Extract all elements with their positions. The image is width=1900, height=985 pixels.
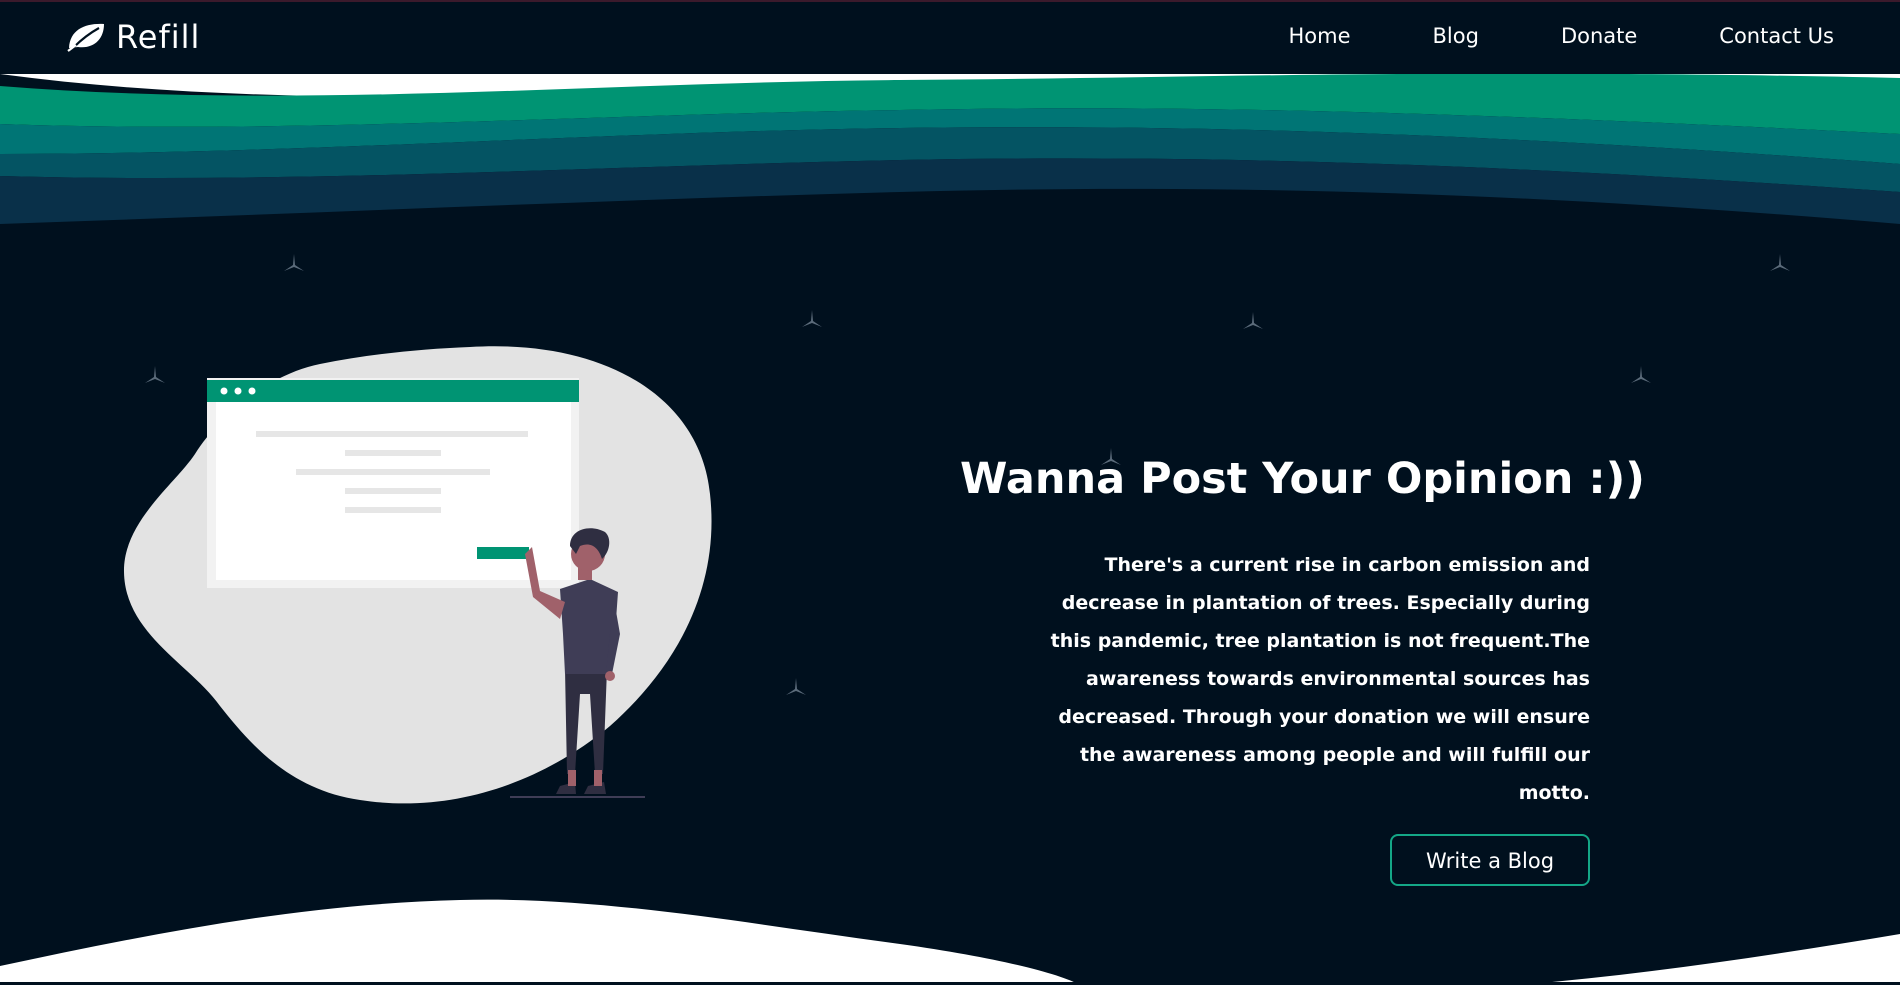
star-sparkle-icon	[1770, 254, 1790, 271]
blog-illustration	[123, 346, 712, 804]
leaf-icon	[67, 23, 104, 52]
browser-titlebar	[207, 380, 579, 402]
nav-link-donate[interactable]: Donate	[1561, 24, 1637, 48]
nav-links: Home Blog Donate Contact Us	[1207, 24, 1835, 48]
hero-content: Wanna Post Your Opinion :)) There's a cu…	[960, 444, 1645, 886]
star-sparkle-icon	[1631, 366, 1651, 383]
brand-logo[interactable]: Refill	[66, 18, 200, 56]
green-card	[477, 547, 529, 559]
nav-link-blog[interactable]: Blog	[1433, 24, 1479, 48]
star-sparkle-icon	[786, 678, 806, 695]
nav-link-contact-us[interactable]: Contact Us	[1719, 24, 1834, 48]
hero-title: Wanna Post Your Opinion :))	[960, 454, 1645, 504]
brand-name: Refill	[116, 18, 201, 56]
hero-section: Wanna Post Your Opinion :)) There's a cu…	[0, 74, 1900, 985]
page: Refill Home Blog Donate Contact Us Wanna…	[0, 0, 1900, 985]
star-sparkle-icon	[284, 254, 304, 271]
star-sparkle-icon	[1243, 312, 1263, 329]
write-a-blog-button[interactable]: Write a Blog	[1390, 834, 1590, 886]
hero-description: There's a current rise in carbon emissio…	[1050, 554, 1590, 804]
nav-link-home[interactable]: Home	[1289, 24, 1351, 48]
star-sparkle-icon	[802, 310, 822, 327]
navbar: Refill Home Blog Donate Contact Us	[0, 0, 1900, 74]
